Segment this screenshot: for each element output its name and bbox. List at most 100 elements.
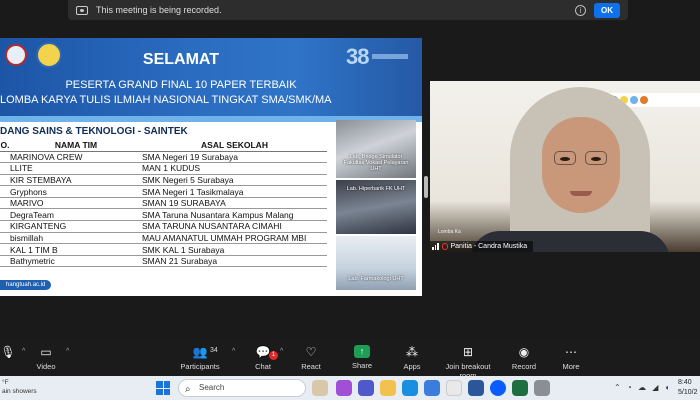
col-header-school: ASAL SEKOLAH [142,140,327,152]
share-icon: ↑ [354,345,370,358]
more-label: More [562,362,580,371]
store-icon[interactable] [424,380,440,396]
windows-taskbar: °F ain showers ⌕ Search ⌃ ◔ ☁ ◢ ◖ 8:40 5… [0,376,700,400]
lab-photo-farmakologi: Lab. Farmakologi UHT [336,236,416,290]
cell-no [0,220,10,233]
breakout-room-button[interactable]: ⊞ Join breakout room [436,345,500,380]
lab-photo-bridge-simulator: Lab. Bridge Simulator Fakultas Vokasi Pe… [336,120,416,178]
website-url: hangtuah.ac.id [0,280,52,290]
weather-widget[interactable]: °F ain showers [2,378,37,396]
slide-header: 38 SELAMAT PESERTA GRAND FINAL 10 PAPER … [0,38,422,122]
table-row: Bathymetric SMAN 21 Surabaya [0,255,327,268]
cell-no [0,185,10,198]
col-header-no: O. [0,140,10,152]
apps-label: Apps [403,362,421,371]
apps-icon: ⁂ [406,345,418,359]
cell-team: Bathymetric [10,255,142,268]
taskbar-clock[interactable]: 8:40 5/10/2 [678,378,697,398]
participant-face [542,117,620,213]
zoom-icon[interactable] [490,380,506,396]
table-row: MARINOVA CREW SMA Negeri 19 Surabaya [0,151,327,164]
mic-muted-icon [441,243,448,250]
table-header-row: O. NAMA TIM ASAL SEKOLAH [0,140,327,152]
cell-no [0,243,10,256]
more-icon: ⋯ [565,345,577,359]
photo-caption: Lab. Farmakologi UHT [348,276,404,282]
cell-team: MARINOVA CREW [10,151,142,164]
apps-button[interactable]: ⁂ Apps [382,345,442,371]
cell-school: SMA Negeri 1 Tasikmalaya [142,185,327,198]
teams-icon[interactable] [358,380,374,396]
recording-banner: This meeting is being recorded. i OK [68,0,628,20]
recording-icon [76,5,88,15]
cell-school: MAU AMANATUL UMMAH PROGRAM MBI [142,232,327,245]
participant-video-tile[interactable]: Lomba Ka Panitia - Candra Mustika [430,81,700,252]
video-options-chevron-icon[interactable]: ^ [66,348,69,355]
participant-name: Panitia - Candra Mustika [450,243,528,250]
clock-date: 5/10/2 [678,389,698,396]
cell-school: SMK KAL 1 Surabaya [142,243,327,256]
cell-school: SMK Negeri 5 Surabaya [142,174,327,187]
table-row: KAL 1 TIM B SMK KAL 1 Surabaya [0,243,327,256]
clock-time: 8:40 [678,379,692,386]
file-explorer-icon[interactable] [380,380,396,396]
participants-count: 34 [210,347,218,354]
eye-left [560,157,570,161]
react-label: React [301,362,321,371]
taskbar-app-icon[interactable] [312,380,328,396]
windows-start-icon[interactable] [156,381,170,395]
taskbar-search[interactable]: ⌕ Search [178,379,306,397]
weather-temp: °F [2,379,9,386]
table-row: LLITE MAN 1 KUDUS [0,162,327,175]
cell-team: LLITE [10,162,142,175]
photo-caption: Lab. Bridge Simulator Fakultas Vokasi Pe… [343,154,409,172]
info-icon[interactable]: i [575,4,586,16]
table-row: DegraTeam SMA Taruna Nusantara Kampus Mal… [0,208,327,222]
cell-team: KAL 1 TIM B [10,243,142,256]
excel-icon[interactable] [512,380,528,396]
search-icon: ⌕ [185,384,191,395]
participants-button[interactable]: 👥 Participants [170,345,230,371]
cell-school: SMA Negeri 19 Surabaya [142,151,327,164]
cell-no [0,255,10,268]
chat-label: Chat [255,362,271,371]
participant-name-tag: Panitia - Candra Mustika [430,241,534,252]
cell-school: SMAN 21 Surabaya [142,255,327,268]
cell-school: SMA Taruna Nusantara Kampus Malang [142,208,327,222]
word-icon[interactable] [468,380,484,396]
recording-text: This meeting is being recorded. [96,5,222,15]
share-label: Share [351,361,372,370]
col-header-team: NAMA TIM [10,140,142,152]
shared-slide: 38 SELAMAT PESERTA GRAND FINAL 10 PAPER … [0,38,422,296]
weather-condition: ain showers [2,388,37,395]
cell-no [0,162,10,175]
table-row: MARIVO SMAN 19 SURABAYA [0,197,327,210]
record-label: Record [511,362,537,371]
cell-team: KIR STEMBAYA [10,174,142,187]
cell-team: KIRGANTENG [10,220,142,233]
cell-school: SMA TARUNA NUSANTARA CIMAHI [142,220,327,233]
slide-title: SELAMAT [142,51,220,68]
background-overlay-text: Lomba Ka [438,229,461,235]
cell-team: MARIVO [10,197,142,210]
split-view-handle[interactable] [424,176,428,198]
chrome-icon[interactable] [446,380,462,396]
participants-label: Participants [180,362,220,371]
cell-team: DegraTeam [10,208,142,222]
slide-subtitle-line1: PESERTA GRAND FINAL 10 PAPER TERBAIK [65,79,297,91]
cell-no [0,197,10,210]
finalist-table: O. NAMA TIM ASAL SEKOLAH MARINOVA CREW SM… [0,140,327,268]
cell-team: bismillah [10,232,142,245]
cell-team: Gryphons [10,185,142,198]
cell-school: SMAN 19 SURABAYA [142,197,327,210]
video-label: Video [36,362,56,371]
taskbar-app-icon[interactable] [534,380,550,396]
cell-no [0,174,10,187]
taskbar-app-icon[interactable] [336,380,352,396]
ok-button[interactable]: OK [594,2,620,18]
more-button[interactable]: ⋯ More [541,345,601,371]
system-tray-icons[interactable]: ⌃ ◔ ☁ ◢ ◖ [614,383,671,392]
section-heading: DANG SAINS & TEKNOLOGI - SAINTEK [0,126,188,137]
eye-right [591,157,601,161]
edge-icon[interactable] [402,380,418,396]
